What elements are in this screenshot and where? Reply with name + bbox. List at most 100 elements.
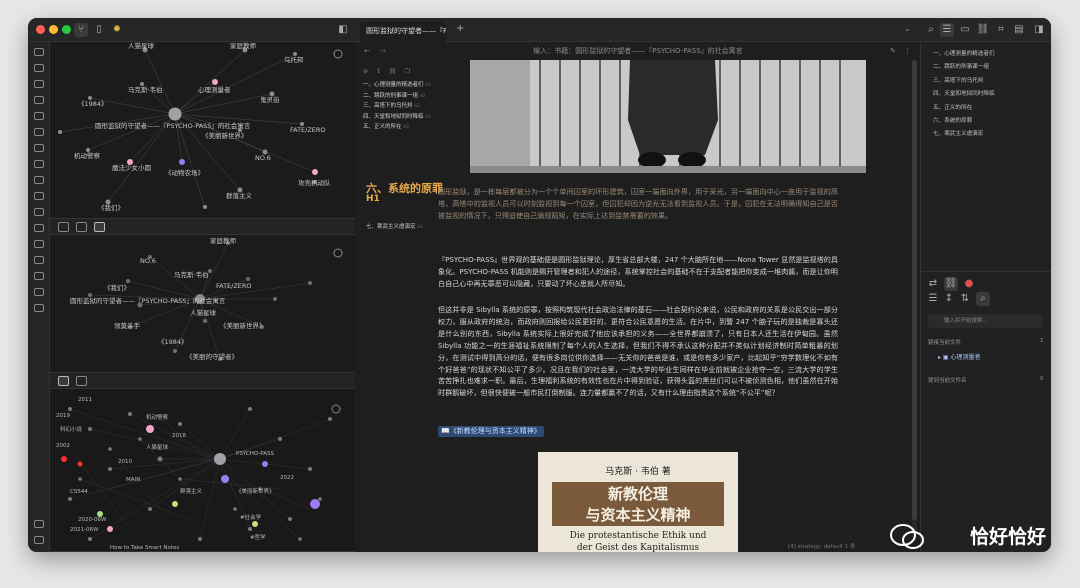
folder-icon[interactable] — [58, 222, 69, 232]
archive-icon[interactable]: ▤ — [1012, 23, 1026, 37]
unlinked-mentions-header[interactable]: 0 提到当前文件名 — [928, 376, 1044, 384]
pin-icon[interactable]: ● — [962, 277, 976, 291]
toc-item[interactable]: 七、寒武主义虐演宏 H2 — [366, 222, 423, 230]
ribbon-icon[interactable] — [34, 64, 44, 72]
graph-settings-icon[interactable] — [331, 404, 341, 414]
backlinks-search-input[interactable]: 输入并开始搜索... — [928, 314, 1043, 328]
more-options-icon[interactable]: ⋮ — [904, 42, 911, 60]
ribbon-icon[interactable] — [34, 48, 44, 56]
collapse-icon[interactable]: ☰ — [926, 292, 940, 306]
ribbon-icon[interactable] — [34, 256, 44, 264]
ribbon-icon[interactable] — [34, 304, 44, 312]
editor-scrollbar[interactable] — [912, 60, 917, 540]
outline-item[interactable]: 六、系统的原罪 — [933, 115, 1051, 128]
backlink-icon[interactable]: ⇄ — [926, 277, 940, 291]
ribbon-icon[interactable] — [34, 128, 44, 136]
plugin-icon[interactable]: ✹ — [110, 23, 124, 37]
graph-view-global[interactable]: 2011 2019 2002 科幻小说 机动警察 人猫星球 2018 PSYCH… — [50, 389, 355, 552]
ribbon-icon[interactable] — [34, 176, 44, 184]
graph1-label: 人猫星球 — [128, 42, 155, 50]
graph2-label: FATE/ZERO — [216, 282, 252, 290]
outline-item[interactable]: 七、寒武主义虐演宏 — [933, 128, 1051, 141]
graph3-label: 机动警察 — [146, 413, 169, 421]
outline-item[interactable]: 二、跳跃的刑事课一组 — [933, 61, 1051, 74]
ribbon-icon[interactable] — [34, 144, 44, 152]
graph-settings-icon[interactable] — [333, 49, 343, 59]
graph2-label: 人猫星球 — [190, 308, 217, 317]
ribbon-icon[interactable] — [34, 80, 44, 88]
ribbon-icon[interactable] — [34, 288, 44, 296]
outline-item[interactable]: 五、正义的所在 — [933, 102, 1051, 115]
maximize-window-button[interactable] — [62, 25, 71, 34]
linked-mentions-header[interactable]: 1 链接当前文件 — [928, 338, 1044, 346]
tab-title: 圆形监狱的守望者——『P… — [366, 27, 446, 35]
toc-pin-icon[interactable]: ⊕ — [363, 68, 368, 75]
ribbon-icon[interactable] — [34, 224, 44, 232]
book-link[interactable]: 📖《新教伦理与资本主义精神》 — [438, 426, 544, 437]
ribbon — [28, 42, 50, 552]
ribbon-icon[interactable] — [34, 160, 44, 168]
graph2-label: 圆形监狱的守望者——『PSYCHO-PASS』的社会寓言 — [70, 296, 226, 305]
new-tab-icon[interactable]: + — [456, 23, 464, 34]
graph3-label: 2002 — [56, 443, 70, 449]
calendar-icon[interactable] — [76, 222, 87, 232]
graph-view-local[interactable]: 人猫星球 家庭教师 乌托邦 马克斯·韦伯 心理测量者 鬼灵街 《1984》 圆形… — [50, 42, 355, 219]
file-explorer-icon[interactable]: ⑂ — [74, 23, 88, 37]
link-icon[interactable]: ⛓ — [976, 23, 990, 37]
graph3-label: 2011 — [78, 397, 92, 403]
expand-icon[interactable]: ↕ — [942, 292, 956, 306]
graph1-label: 《1984》 — [78, 100, 108, 108]
graph-view-2[interactable]: 家庭教师 NO.6 马克斯·韦伯 《我们》 FATE/ZERO 圆形监狱的守望者… — [50, 235, 355, 373]
help-icon[interactable] — [34, 520, 44, 528]
graph2-label: 《美丽新世界》 — [220, 321, 266, 330]
edit-icon[interactable]: ✎ — [890, 42, 896, 60]
collapse-sidebar-icon[interactable]: ◧ — [336, 23, 350, 37]
search-icon[interactable]: ⌕ — [924, 23, 938, 37]
settings-icon[interactable] — [34, 536, 44, 544]
ribbon-icon[interactable] — [34, 112, 44, 120]
tab-active[interactable]: 圆形监狱的守望者——『P… × — [360, 21, 446, 42]
outgoing-link-icon[interactable]: ⛓ — [944, 277, 958, 291]
scroll-thumb[interactable] — [912, 60, 917, 520]
search-icon[interactable]: ⌕ — [976, 292, 990, 306]
back-icon[interactable]: ← — [364, 42, 370, 60]
ribbon-icon[interactable] — [34, 192, 44, 200]
tag-icon[interactable]: ⌗ — [994, 23, 1008, 37]
graph-icon[interactable] — [58, 376, 69, 386]
tab-list-icon[interactable]: ⌄ — [904, 24, 911, 33]
minimize-window-button[interactable] — [49, 25, 58, 34]
graph3-label: How to Take Smart Notes — [110, 545, 179, 551]
outline-icon[interactable]: ☰ — [940, 23, 954, 37]
linked-mention-item[interactable]: ▸ ▣ 心理测量者 — [928, 352, 1043, 364]
outline-item[interactable]: 三、高塔下的乌托邦 — [933, 75, 1051, 88]
forward-icon[interactable]: → — [380, 42, 386, 60]
toc-copy-icon[interactable]: ❐ — [404, 68, 409, 75]
close-window-button[interactable] — [36, 25, 45, 34]
graph3-label: CS544 — [70, 489, 88, 495]
sort-icon[interactable]: ⇅ — [958, 292, 972, 306]
graph1-label: 圆形监狱的守望者——『PSYCHO-PASS』的社会寓言 — [95, 121, 251, 130]
ribbon-icon[interactable] — [34, 240, 44, 248]
graph1-label: 群落主义 — [226, 191, 253, 200]
graph2-label: NO.6 — [140, 257, 156, 265]
file-icon[interactable]: ▭ — [958, 23, 972, 37]
book-author: 马克斯 · 韦伯 著 — [605, 465, 670, 477]
bookmark-icon[interactable]: ▯ — [92, 23, 106, 37]
ribbon-icon[interactable] — [34, 272, 44, 280]
outline-item[interactable]: 一、心理测量的精选者们 — [933, 48, 1051, 61]
graph1-label: 心理测量者 — [198, 86, 231, 94]
ribbon-icon[interactable] — [34, 96, 44, 104]
heading-level-tag: H1 — [366, 194, 380, 204]
graph-settings-icon[interactable] — [333, 248, 343, 258]
breadcrumb-bar: ← → 输入：书籍：圆形监狱的守望者——『PSYCHO-PASS』的社会寓言 ✎… — [356, 42, 920, 60]
backlinks-toolbar: ☰ ↕ ⇅ ⌕ — [920, 292, 1051, 308]
toc-link-icon[interactable]: ⛓ — [389, 68, 397, 75]
graph-local-icon[interactable] — [76, 376, 87, 386]
graph1-label: 魔法少女小圆 — [112, 163, 151, 172]
graph-icon[interactable] — [94, 222, 105, 232]
ribbon-icon[interactable] — [34, 208, 44, 216]
toc-toolbar: ⊕ ↕ ⛓ ❐ — [363, 68, 410, 75]
outline-item[interactable]: 四、天堂和地狱同时降临 — [933, 88, 1051, 101]
toc-expand-icon[interactable]: ↕ — [376, 68, 381, 75]
collapse-right-sidebar-icon[interactable]: ◨ — [1032, 23, 1046, 37]
